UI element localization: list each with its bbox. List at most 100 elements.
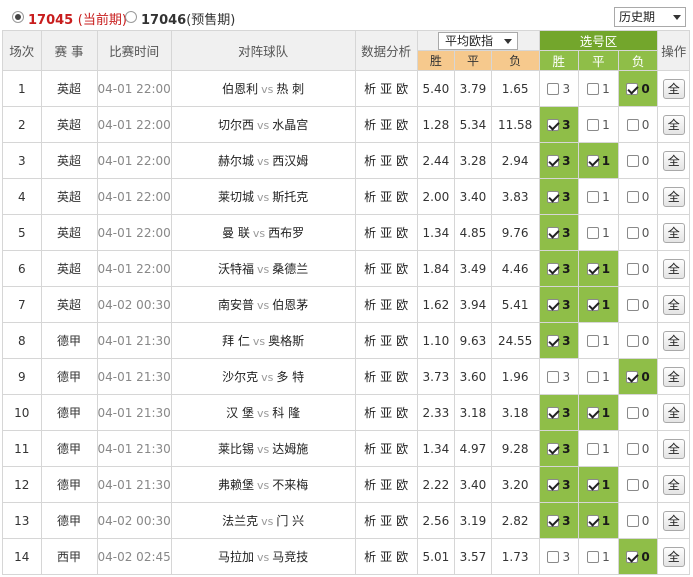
euro-odds-link[interactable]: 欧 [396, 514, 408, 528]
current-period-radio[interactable] [12, 11, 24, 23]
euro-odds-link[interactable]: 欧 [396, 550, 408, 564]
pick-win-cell[interactable]: 3 [538, 538, 580, 575]
select-all-button[interactable]: 全 [662, 222, 685, 243]
select-all-button[interactable]: 全 [662, 150, 685, 171]
euro-odds-link[interactable]: 欧 [396, 262, 408, 276]
pick-win-cell[interactable]: 3 [538, 106, 580, 143]
home-team[interactable]: 沃特福 [218, 262, 254, 276]
pick-checkbox[interactable] [626, 514, 639, 527]
away-team[interactable]: 伯恩茅 [272, 298, 308, 312]
pick-checkbox[interactable] [587, 118, 600, 131]
home-team[interactable]: 曼 联 [222, 226, 250, 240]
pick-draw-cell[interactable]: 1 [578, 70, 619, 107]
euro-odds-link[interactable]: 欧 [396, 298, 408, 312]
home-team[interactable]: 马拉加 [218, 550, 254, 564]
away-team[interactable]: 斯托克 [272, 190, 308, 204]
pick-draw-cell[interactable]: 1 [578, 358, 619, 395]
asian-odds-link[interactable]: 亚 [380, 442, 392, 456]
analysis-link[interactable]: 析 [364, 190, 376, 204]
home-team[interactable]: 伯恩利 [222, 82, 258, 96]
pick-win-cell[interactable]: 3 [538, 502, 580, 539]
asian-odds-link[interactable]: 亚 [380, 478, 392, 492]
asian-odds-link[interactable]: 亚 [380, 190, 392, 204]
pick-checkbox[interactable] [626, 478, 639, 491]
select-all-button[interactable]: 全 [662, 402, 685, 423]
away-team[interactable]: 马竞技 [272, 550, 308, 564]
pick-win-cell[interactable]: 3 [538, 286, 580, 323]
asian-odds-link[interactable]: 亚 [380, 370, 392, 384]
home-team[interactable]: 切尔西 [218, 118, 254, 132]
select-all-button[interactable]: 全 [662, 366, 685, 387]
pick-lose-cell[interactable]: 0 [617, 142, 659, 179]
away-team[interactable]: 科 隆 [272, 406, 300, 420]
pick-lose-cell[interactable]: 0 [617, 466, 659, 503]
away-team[interactable]: 西汉姆 [272, 154, 308, 168]
asian-odds-link[interactable]: 亚 [380, 514, 392, 528]
pick-draw-cell[interactable]: 1 [578, 502, 619, 539]
pick-draw-cell[interactable]: 1 [578, 106, 619, 143]
euro-odds-link[interactable]: 欧 [396, 478, 408, 492]
select-all-button[interactable]: 全 [662, 438, 685, 459]
select-all-button[interactable]: 全 [662, 546, 685, 567]
asian-odds-link[interactable]: 亚 [380, 154, 392, 168]
pick-win-cell[interactable]: 3 [538, 430, 580, 467]
pick-checkbox[interactable] [547, 82, 560, 95]
pick-draw-cell[interactable]: 1 [578, 178, 619, 215]
pick-checkbox[interactable] [586, 262, 599, 275]
pick-checkbox[interactable] [587, 334, 600, 347]
analysis-link[interactable]: 析 [364, 334, 376, 348]
pick-win-cell[interactable]: 3 [538, 466, 580, 503]
pick-checkbox[interactable] [587, 226, 600, 239]
away-team[interactable]: 水晶宫 [272, 118, 308, 132]
pick-draw-cell[interactable]: 1 [578, 214, 619, 251]
pick-checkbox[interactable] [547, 514, 560, 527]
asian-odds-link[interactable]: 亚 [380, 334, 392, 348]
pick-lose-cell[interactable]: 0 [617, 214, 659, 251]
analysis-link[interactable]: 析 [364, 478, 376, 492]
select-all-button[interactable]: 全 [662, 510, 685, 531]
pick-checkbox[interactable] [547, 550, 560, 563]
pick-checkbox[interactable] [547, 478, 560, 491]
asian-odds-link[interactable]: 亚 [380, 118, 392, 132]
away-team[interactable]: 奥格斯 [268, 334, 304, 348]
analysis-link[interactable]: 析 [364, 226, 376, 240]
euro-odds-link[interactable]: 欧 [396, 190, 408, 204]
pick-draw-cell[interactable]: 1 [578, 286, 619, 323]
asian-odds-link[interactable]: 亚 [380, 82, 392, 96]
euro-odds-link[interactable]: 欧 [396, 334, 408, 348]
pick-win-cell[interactable]: 3 [538, 322, 580, 359]
euro-odds-link[interactable]: 欧 [396, 154, 408, 168]
home-team[interactable]: 莱比锡 [218, 442, 254, 456]
pick-lose-cell[interactable]: 0 [617, 322, 659, 359]
pick-checkbox[interactable] [626, 154, 639, 167]
pick-checkbox[interactable] [547, 406, 560, 419]
pick-draw-cell[interactable]: 1 [578, 394, 619, 431]
history-period-select[interactable]: 历史期 [614, 7, 686, 27]
pick-checkbox[interactable] [586, 514, 599, 527]
pick-checkbox[interactable] [626, 118, 639, 131]
pick-checkbox[interactable] [547, 154, 560, 167]
home-team[interactable]: 赫尔城 [218, 154, 254, 168]
away-team[interactable]: 热 刺 [276, 82, 304, 96]
home-team[interactable]: 沙尔克 [222, 370, 258, 384]
euro-odds-link[interactable]: 欧 [396, 226, 408, 240]
pick-checkbox[interactable] [586, 154, 599, 167]
pick-checkbox[interactable] [587, 550, 600, 563]
odds-type-select[interactable]: 平均欧指 [438, 31, 519, 50]
pick-checkbox[interactable] [626, 82, 639, 95]
home-team[interactable]: 南安普 [218, 298, 254, 312]
pick-checkbox[interactable] [587, 82, 600, 95]
pick-win-cell[interactable]: 3 [538, 394, 580, 431]
pick-checkbox[interactable] [626, 262, 639, 275]
pick-win-cell[interactable]: 3 [538, 178, 580, 215]
select-all-button[interactable]: 全 [662, 258, 685, 279]
asian-odds-link[interactable]: 亚 [380, 406, 392, 420]
pick-draw-cell[interactable]: 1 [578, 430, 619, 467]
pick-checkbox[interactable] [587, 190, 600, 203]
pick-lose-cell[interactable]: 0 [617, 178, 659, 215]
pick-checkbox[interactable] [586, 298, 599, 311]
analysis-link[interactable]: 析 [364, 262, 376, 276]
analysis-link[interactable]: 析 [364, 514, 376, 528]
euro-odds-link[interactable]: 欧 [396, 442, 408, 456]
pick-checkbox[interactable] [547, 262, 560, 275]
